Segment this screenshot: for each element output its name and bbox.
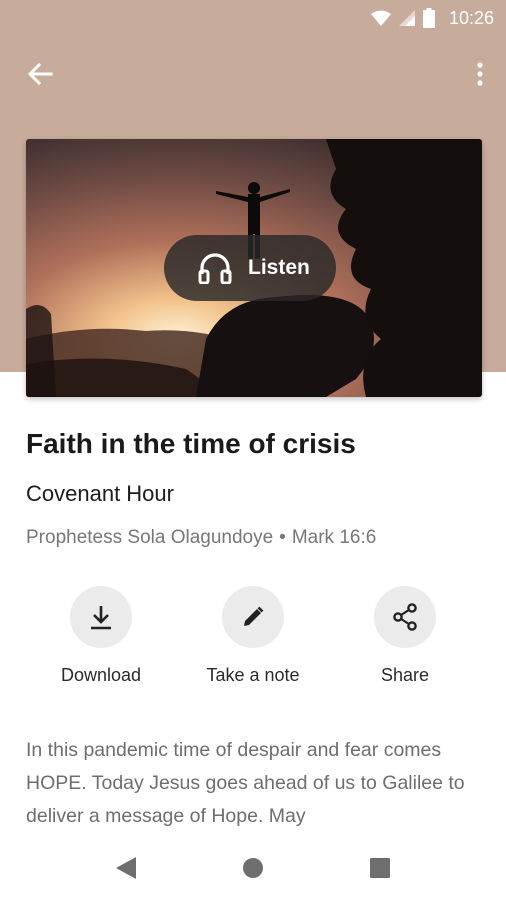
listen-label: Listen [248, 256, 310, 279]
sermon-meta: Prophetess Sola Olagundoye • Mark 16:6 [26, 527, 376, 549]
share-icon [393, 603, 417, 631]
cellular-icon [398, 10, 415, 26]
share-circle [374, 586, 436, 648]
download-button[interactable]: Download [36, 586, 166, 686]
action-row: Download Take a note Share [0, 586, 506, 696]
more-vert-icon [477, 62, 483, 86]
back-button[interactable] [20, 56, 60, 92]
download-label: Download [60, 665, 142, 685]
system-nav-bar [0, 834, 506, 900]
listen-button[interactable]: Listen [164, 235, 336, 301]
take-note-circle [222, 586, 284, 648]
take-note-label: Take a note [206, 665, 300, 685]
download-icon [91, 606, 111, 630]
pencil-icon [244, 606, 264, 626]
sermon-title: Faith in the time of crisis [26, 428, 356, 459]
speaker-name: Prophetess Sola Olagundoye [26, 527, 274, 548]
triangle-back-icon [116, 857, 136, 879]
take-note-button[interactable]: Take a note [188, 586, 318, 686]
sermon-description: In this pandemic time of despair and fea… [26, 739, 465, 827]
status-bar: 10:26 [0, 0, 506, 36]
wifi-icon [370, 10, 391, 26]
square-recents-icon [370, 858, 390, 878]
arrow-back-icon [27, 62, 53, 86]
app-bar [0, 46, 506, 102]
share-label: Share [380, 665, 430, 685]
sermon-series: Covenant Hour [26, 481, 174, 506]
sermon-artwork: Listen [26, 139, 482, 397]
scripture-reference: Mark 16:6 [291, 527, 377, 548]
nav-home-button[interactable] [237, 852, 269, 884]
nav-recents-button[interactable] [364, 852, 396, 884]
meta-separator: • [279, 527, 286, 548]
battery-icon [422, 8, 435, 28]
more-options-button[interactable] [468, 56, 492, 92]
headphones-icon [198, 253, 232, 284]
share-button[interactable]: Share [340, 586, 470, 686]
nav-back-button[interactable] [110, 852, 142, 884]
download-circle [70, 586, 132, 648]
circle-home-icon [243, 858, 263, 878]
status-time: 10:26 [448, 7, 494, 28]
